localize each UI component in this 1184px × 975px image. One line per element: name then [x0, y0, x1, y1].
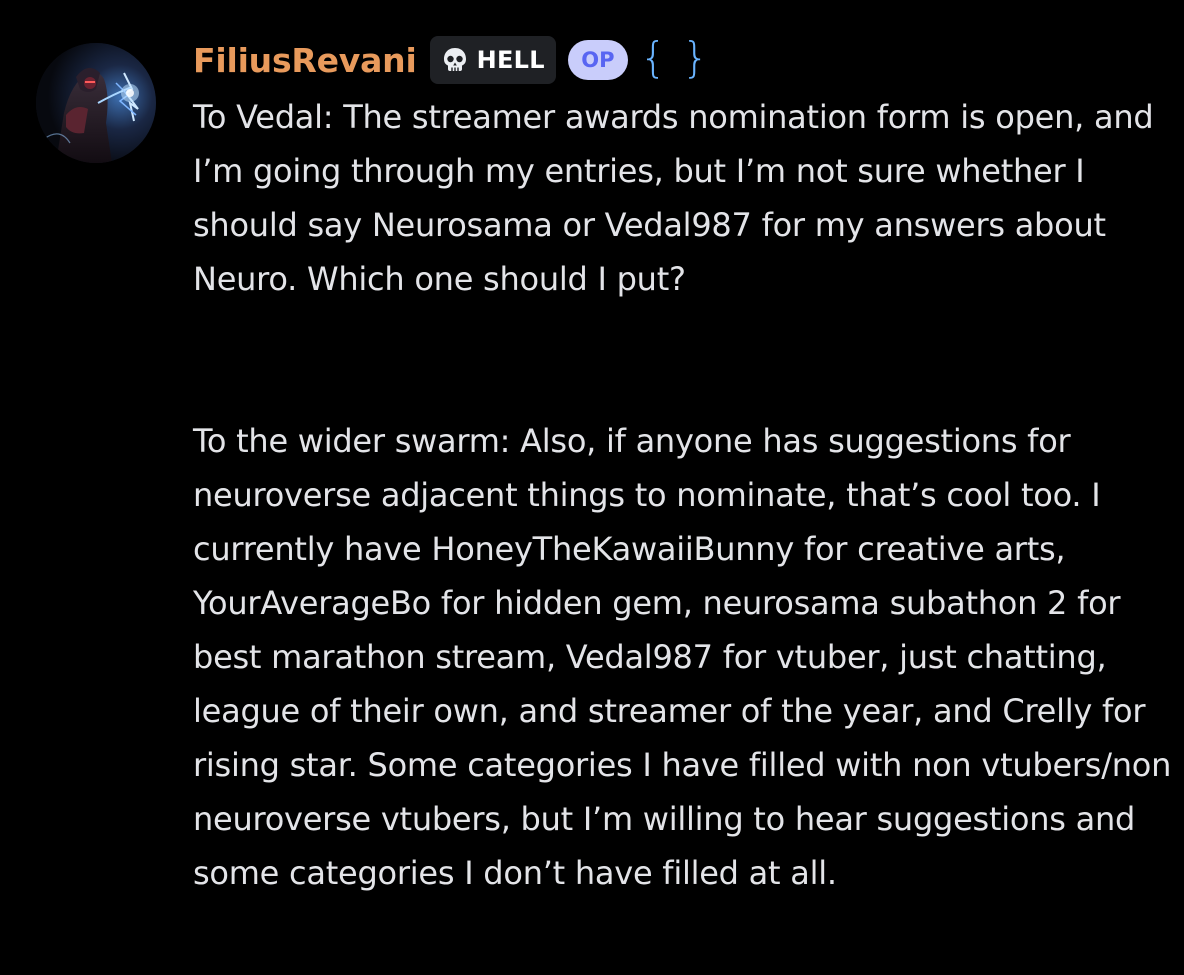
- chat-message: FiliusRevani HELL OP { } To Vedal: The s…: [0, 0, 1184, 975]
- skull-icon: [439, 44, 471, 76]
- server-tag[interactable]: HELL: [429, 36, 556, 84]
- username[interactable]: FiliusRevani: [193, 41, 417, 80]
- message-paragraph: To the wider swarm: Also, if anyone has …: [193, 422, 1172, 892]
- code-braces-badge: { }: [639, 33, 710, 82]
- op-badge: OP: [567, 40, 628, 80]
- message-paragraph: To Vedal: The streamer awards nomination…: [193, 98, 1154, 298]
- message-content: To Vedal: The streamer awards nomination…: [193, 90, 1178, 900]
- avatar-image: [36, 43, 156, 163]
- message-header: FiliusRevani HELL OP { }: [193, 32, 710, 88]
- server-tag-label: HELL: [476, 46, 545, 74]
- avatar[interactable]: [36, 43, 156, 163]
